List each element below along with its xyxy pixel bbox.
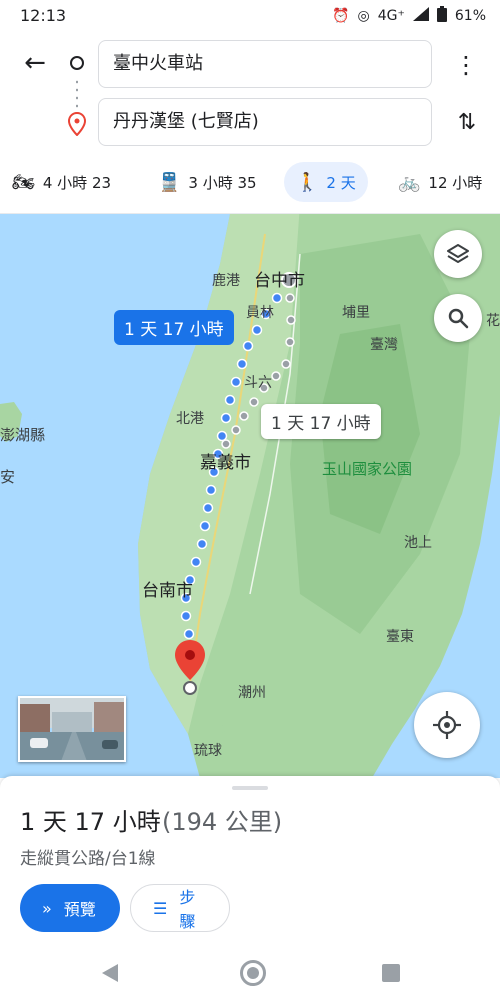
tab-bicycle-label: 12 小時 xyxy=(428,173,483,192)
map-label-hua: 花 xyxy=(486,313,500,329)
map-label-yushan: 玉山國家公園 xyxy=(322,460,413,478)
map-label-chaozhou: 潮州 xyxy=(238,685,266,701)
map-label-liuqiu: 琉球 xyxy=(194,743,222,759)
map-label-douliu: 斗六 xyxy=(244,375,272,391)
swap-vert-icon: ⇅ xyxy=(457,110,477,135)
swap-button[interactable]: ⇅ xyxy=(452,106,482,140)
list-icon: ☰ xyxy=(153,898,168,918)
location-icon: ◎ xyxy=(357,8,370,24)
tab-walk[interactable]: 🚶 2 天 xyxy=(284,162,368,202)
summary-distance: (194 公里) xyxy=(162,808,283,836)
summary-duration: 1 天 17 小時 xyxy=(20,808,161,836)
alt-route-duration-chip[interactable]: 1 天 17 小時 xyxy=(261,404,381,439)
route-dots-icon xyxy=(76,78,78,108)
tab-transit-label: 3 小時 35 xyxy=(188,173,257,192)
bicycle-icon: 🚲 xyxy=(398,171,421,193)
destination-marker-icon[interactable] xyxy=(172,638,208,698)
travel-mode-tabs: 🏍 4 小時 23 🚆 3 小時 35 🚶 2 天 🚲 12 小時 xyxy=(0,152,500,214)
tab-motorcycle-label: 4 小時 23 xyxy=(42,173,112,192)
map-label-taichung: 台中市 xyxy=(254,271,305,291)
tab-motorcycle[interactable]: 🏍 4 小時 23 xyxy=(0,162,123,202)
search-icon xyxy=(448,308,469,329)
status-bar: 12:13 ⏰ ◎ 4G⁺ 61% xyxy=(0,0,500,32)
nav-back-icon[interactable] xyxy=(102,964,118,982)
map-search-button[interactable] xyxy=(434,294,482,342)
map-label-taitung: 臺東 xyxy=(386,629,414,645)
map-label-beigang: 北港 xyxy=(176,411,204,427)
destination-field[interactable]: 丹丹漢堡 (七賢店) xyxy=(98,98,432,146)
map-label-lukang: 鹿港 xyxy=(212,273,240,289)
map-view[interactable]: 鹿港 台中市 員林 埔里 臺灣 花 斗六 北港 嘉義市 玉山國家公園 池上 台南… xyxy=(0,214,500,778)
crosshair-icon xyxy=(433,711,461,739)
liuqiu-island xyxy=(214,725,226,733)
sheet-drag-handle[interactable] xyxy=(232,786,268,790)
my-location-button[interactable] xyxy=(414,692,480,758)
alarm-icon: ⏰ xyxy=(332,8,350,24)
double-chevron-right-icon: » xyxy=(42,898,52,918)
more-vert-icon: ⋮ xyxy=(454,51,478,79)
nav-recents-icon[interactable] xyxy=(382,964,400,982)
network-type: 4G⁺ xyxy=(377,8,405,24)
route-endpoint-icons xyxy=(64,52,90,152)
status-icons: ⏰ ◎ 4G⁺ 61% xyxy=(332,6,486,26)
preview-button[interactable]: » 預覽 xyxy=(20,884,120,932)
destination-pin-icon xyxy=(67,112,87,136)
origin-circle-icon xyxy=(70,56,84,70)
summary-via: 走縱貫公路/台1線 xyxy=(20,849,156,869)
arrow-left-icon: ← xyxy=(24,48,46,78)
walk-icon: 🚶 xyxy=(296,171,319,193)
street-view-image xyxy=(20,698,124,760)
route-duration-chip[interactable]: 1 天 17 小時 xyxy=(114,310,234,345)
motorcycle-icon: 🏍 xyxy=(12,171,35,193)
map-label-yuanlin: 員林 xyxy=(246,305,274,321)
preview-button-label: 預覽 xyxy=(63,900,96,919)
system-nav-bar xyxy=(0,950,500,1000)
map-label-taiwan: 臺灣 xyxy=(370,337,398,353)
signal-icon xyxy=(412,7,429,25)
tab-transit[interactable]: 🚆 3 小時 35 xyxy=(146,162,269,202)
map-label-chiayi: 嘉義市 xyxy=(200,453,251,473)
map-label-penghu: 澎湖縣 xyxy=(0,426,46,444)
more-options-button[interactable]: ⋮ xyxy=(452,48,480,82)
back-button[interactable]: ← xyxy=(18,46,52,80)
street-view-thumbnail[interactable] xyxy=(18,696,126,762)
battery-icon xyxy=(436,6,447,26)
nav-home-icon[interactable] xyxy=(240,960,266,986)
steps-button-label: 步驟 xyxy=(179,888,196,931)
origin-field[interactable]: 臺中火車站 xyxy=(98,40,432,88)
map-label-an: 安 xyxy=(0,468,16,486)
directions-header: ← 臺中火車站 丹丹漢堡 (七賢店) ⋮ ⇅ xyxy=(0,32,500,152)
battery-percent: 61% xyxy=(454,8,486,24)
tab-bicycle[interactable]: 🚲 12 小時 xyxy=(386,162,494,202)
transit-icon: 🚆 xyxy=(158,171,181,193)
route-summary-sheet[interactable]: 1 天 17 小時 (194 公里) 走縱貫公路/台1線 » 預覽 ☰ 步驟 xyxy=(0,776,500,950)
map-label-tainan: 台南市 xyxy=(142,581,193,601)
steps-button[interactable]: ☰ 步驟 xyxy=(130,884,230,932)
layers-button[interactable] xyxy=(434,230,482,278)
map-label-puli: 埔里 xyxy=(342,305,370,321)
status-time: 12:13 xyxy=(20,6,67,25)
tab-walk-label: 2 天 xyxy=(326,173,356,192)
layers-icon xyxy=(447,244,469,263)
map-label-chishang: 池上 xyxy=(404,535,432,551)
